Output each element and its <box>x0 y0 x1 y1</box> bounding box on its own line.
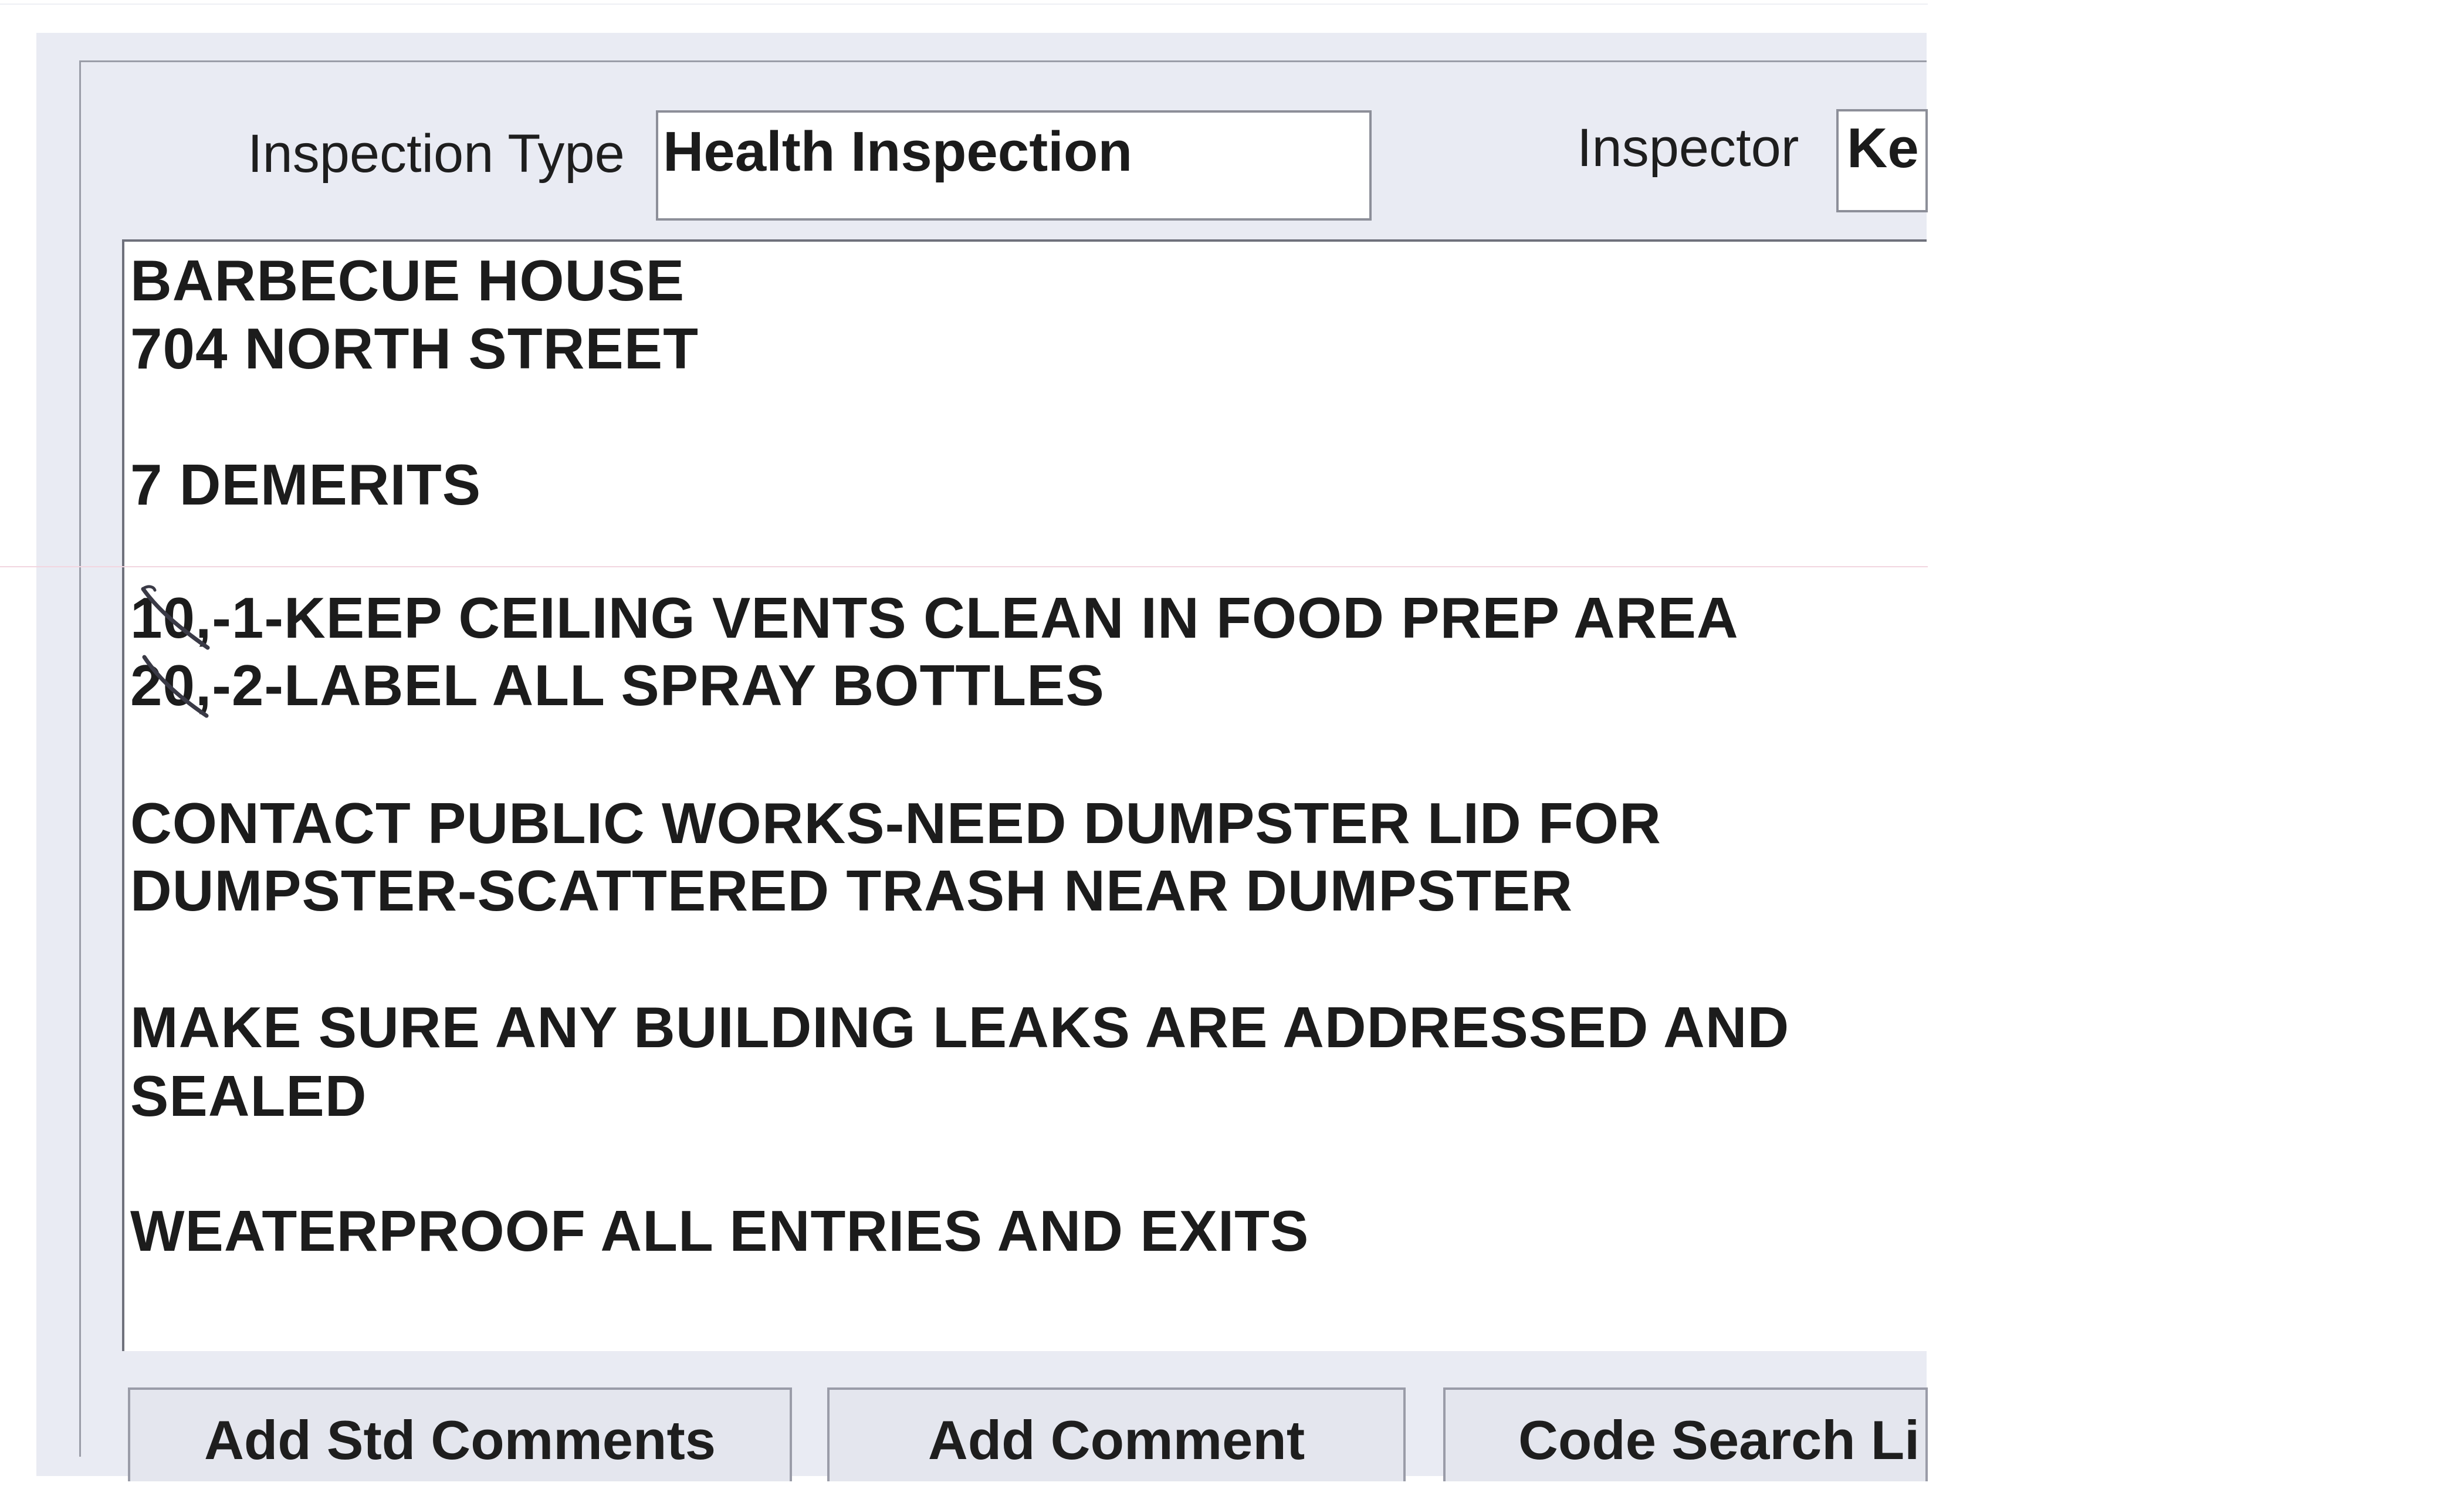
add-comment-button[interactable]: Add Comment <box>827 1387 1406 1481</box>
comment-line-violation-1: 10,-1-KEEP CEILING VENTS CLEAN IN FOOD P… <box>130 585 1739 650</box>
comment-line-leaks-1: MAKE SURE ANY BUILDING LEAKS ARE ADDRESS… <box>130 995 1790 1060</box>
add-std-comments-label: Add Std Comments <box>204 1409 716 1471</box>
comment-line-dumpster-1: CONTACT PUBLIC WORKS-NEED DUMPSTER LID F… <box>130 791 1661 855</box>
inspection-type-field[interactable]: Health Inspection <box>656 110 1372 221</box>
add-std-comments-button[interactable]: Add Std Comments <box>128 1387 792 1481</box>
comment-line-demerits: 7 DEMERITS <box>130 452 482 517</box>
comment-line-business-name: BARBECUE HOUSE <box>130 248 685 313</box>
code-search-button[interactable]: Code Search Li <box>1443 1387 1928 1481</box>
comments-text-area[interactable]: BARBECUE HOUSE 704 NORTH STREET 7 DEMERI… <box>122 239 1927 1351</box>
add-comment-label: Add Comment <box>928 1409 1305 1471</box>
inspector-label: Inspector <box>1577 118 1799 178</box>
scan-artifact-line <box>0 566 1965 567</box>
comment-line-dumpster-2: DUMPSTER-SCATTERED TRASH NEAR DUMPSTER <box>130 858 1573 923</box>
comment-line-violation-2: 20,-2-LABEL ALL SPRAY BOTTLES <box>130 653 1105 717</box>
comment-line-address: 704 NORTH STREET <box>130 316 699 381</box>
blank-page-margin <box>1928 0 2464 1496</box>
inspector-field[interactable]: Ke <box>1836 109 1928 212</box>
comment-line-weatherproof: WEATERPROOF ALL ENTRIES AND EXITS <box>130 1199 1309 1263</box>
scan-artifact-line <box>0 4 1936 5</box>
comment-line-leaks-2: SEALED <box>130 1064 367 1128</box>
inspection-type-label: Inspection Type <box>248 124 625 184</box>
code-search-label: Code Search Li <box>1518 1409 1920 1471</box>
